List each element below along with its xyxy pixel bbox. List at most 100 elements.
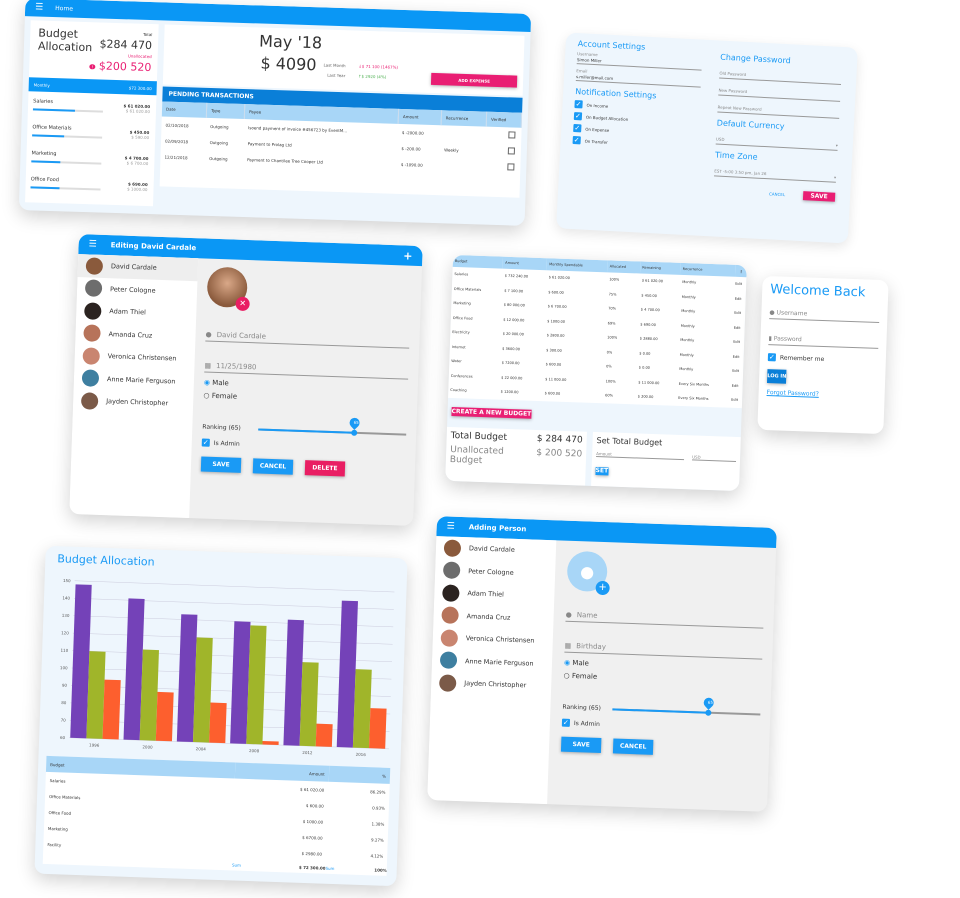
currency-select[interactable]: USD ▾ bbox=[715, 134, 839, 151]
people-list: David Cardale Peter Cologne Adam Thiel Aman… bbox=[69, 254, 199, 519]
save-button[interactable]: SAVE bbox=[560, 736, 602, 754]
password-field[interactable]: ▮ Password bbox=[768, 333, 879, 349]
edit-link[interactable]: Edit bbox=[735, 277, 746, 292]
month-total: $ 4090 bbox=[260, 53, 317, 75]
budget-line[interactable]: Office Food $ 690.00 $ 1000.00 bbox=[25, 172, 154, 202]
repeat-password-field[interactable]: Repeat New Password bbox=[717, 102, 840, 119]
cell: $ 0.00 bbox=[639, 351, 651, 356]
notification-checkbox[interactable]: ✓ On Transfer bbox=[572, 135, 698, 151]
cancel-button[interactable]: CANCEL bbox=[769, 191, 785, 197]
edit-link[interactable]: Edit bbox=[731, 378, 742, 393]
cell: $ 2880.00 bbox=[639, 336, 658, 342]
add-expense-button[interactable]: ADD EXPENSE bbox=[430, 72, 518, 88]
y-tick-label: 80 bbox=[61, 700, 67, 705]
bar[interactable] bbox=[139, 649, 159, 741]
edit-link[interactable]: Edit bbox=[734, 306, 745, 321]
add-photo-icon[interactable]: + bbox=[595, 580, 610, 596]
edit-link[interactable]: Edit bbox=[733, 320, 744, 335]
is-admin-checkbox[interactable]: ✓ Is Admin bbox=[561, 718, 760, 734]
username-field[interactable]: ● Username bbox=[769, 307, 880, 323]
cancel-button[interactable]: CANCEL bbox=[612, 738, 654, 755]
delete-button[interactable]: DELETE bbox=[304, 460, 346, 477]
column-header[interactable]: Type bbox=[206, 102, 245, 120]
is-admin-checkbox[interactable]: ✓ Is Admin bbox=[201, 438, 406, 453]
remove-photo-icon[interactable]: ✕ bbox=[235, 296, 250, 312]
gender-male-radio[interactable]: ◉ Male bbox=[204, 379, 408, 394]
old-password-field[interactable]: Old Password bbox=[719, 68, 842, 85]
bar[interactable] bbox=[352, 669, 372, 749]
person-list-item[interactable]: Jayden Christopher bbox=[431, 671, 552, 698]
verified-checkbox[interactable] bbox=[486, 127, 521, 144]
edit-link[interactable]: Edit bbox=[731, 393, 742, 408]
bar[interactable] bbox=[155, 691, 174, 742]
total-budget-panel: Total Budget $ 284 470 Unallocated Budget… bbox=[445, 426, 587, 486]
gender-male-radio[interactable]: ◉ Male bbox=[564, 659, 762, 674]
verified-checkbox[interactable] bbox=[485, 159, 520, 176]
gender-female-radio[interactable]: ○ Female bbox=[203, 392, 407, 407]
ranking-slider[interactable]: 65 bbox=[612, 695, 761, 716]
hamburger-icon[interactable]: ☰ bbox=[447, 521, 455, 531]
budget-line[interactable]: Marketing $ 4 700.00 $ 6 700.00 bbox=[26, 146, 155, 176]
ranking-slider[interactable]: 65 bbox=[258, 415, 407, 436]
birthday-field[interactable]: ▦ 11/25/1980 bbox=[204, 359, 409, 380]
column-header[interactable]: Recurrence bbox=[440, 110, 487, 127]
save-button[interactable]: SAVE bbox=[802, 191, 836, 202]
bar[interactable] bbox=[86, 651, 106, 739]
timezone-select[interactable]: EST -5:00 3:50 pm, Jan 26 ▾ bbox=[713, 166, 837, 183]
cancel-button[interactable]: CANCEL bbox=[252, 458, 294, 475]
budget-line[interactable]: Salaries $ 61 020.00 $ 61 020.00 bbox=[28, 94, 157, 124]
gender-female-radio[interactable]: ○ Female bbox=[563, 672, 761, 687]
slider-thumb[interactable] bbox=[351, 429, 358, 436]
forgot-password-link[interactable]: Forgot Password? bbox=[767, 389, 877, 400]
hamburger-icon[interactable]: ☰ bbox=[35, 2, 43, 12]
verified-checkbox[interactable] bbox=[485, 143, 520, 160]
total-budget-value: $ 284 470 bbox=[536, 433, 583, 446]
new-password-field[interactable]: New Password bbox=[718, 85, 841, 102]
name-field[interactable]: ● Name bbox=[565, 608, 764, 629]
gridline bbox=[74, 580, 395, 593]
column-header[interactable]: Amount bbox=[398, 108, 442, 126]
name-field[interactable]: ● David Cardale bbox=[205, 328, 410, 349]
bar[interactable] bbox=[262, 740, 279, 746]
edit-link[interactable]: Edit bbox=[733, 335, 744, 350]
bar[interactable] bbox=[209, 702, 227, 744]
person-list-item[interactable]: Jayden Christopher bbox=[73, 389, 194, 416]
remember-me-checkbox[interactable]: ✓ Remember me bbox=[767, 353, 878, 365]
edit-link[interactable]: Edit bbox=[732, 364, 743, 379]
cell: $ 4 700.00 bbox=[640, 307, 660, 313]
budgets-table: Budget Amount Monthly Spendable Allocated Re… bbox=[448, 254, 747, 408]
x-tick-label: 2004 bbox=[196, 746, 207, 751]
more-icon[interactable]: ⋮ bbox=[736, 265, 747, 277]
set-button[interactable]: SET bbox=[595, 466, 609, 475]
budget-line[interactable]: Office Materials $ 450.00 $ 590.00 bbox=[27, 120, 156, 150]
birthday-field[interactable]: ▦ Birthday bbox=[564, 639, 763, 660]
bar[interactable] bbox=[315, 723, 333, 747]
column-header[interactable]: Date bbox=[161, 101, 207, 118]
cell: $ 7 100.00 bbox=[504, 288, 524, 294]
bar[interactable] bbox=[369, 708, 387, 749]
bar[interactable] bbox=[299, 662, 319, 747]
bar[interactable] bbox=[102, 679, 121, 740]
amount-field[interactable]: Amount bbox=[596, 451, 685, 461]
cell: $ 12 000.00 bbox=[503, 317, 525, 323]
edit-link[interactable]: Edit bbox=[734, 291, 745, 306]
slider-thumb[interactable] bbox=[705, 709, 712, 716]
currency-select[interactable]: USD bbox=[692, 454, 737, 462]
cell-date: 02/09/2018 bbox=[164, 138, 189, 144]
cell: Every Six Months bbox=[678, 396, 709, 402]
allocation-table: Budget Amount% Salaries $ 61 020.00 86.29% Of… bbox=[42, 755, 391, 876]
last-year-value: ↑$ 2920 (4%) bbox=[358, 73, 387, 80]
column-header[interactable]: Allocated bbox=[607, 260, 640, 273]
create-budget-button[interactable]: CREATE A NEW BUDGET bbox=[451, 406, 532, 419]
column-header[interactable]: Verified bbox=[486, 111, 522, 128]
x-tick-label: 1996 bbox=[89, 742, 100, 747]
edit-link[interactable]: Edit bbox=[732, 349, 743, 364]
slider-value: 65 bbox=[707, 699, 714, 705]
save-button[interactable]: SAVE bbox=[200, 456, 242, 473]
unallocated-budget-value: $ 200 520 bbox=[536, 447, 583, 460]
cell: $ 22 000.00 bbox=[501, 375, 523, 381]
budget-progress bbox=[32, 134, 103, 139]
login-button[interactable]: LOG IN bbox=[766, 369, 787, 384]
add-icon[interactable]: + bbox=[403, 249, 413, 262]
hamburger-icon[interactable]: ☰ bbox=[88, 239, 96, 249]
